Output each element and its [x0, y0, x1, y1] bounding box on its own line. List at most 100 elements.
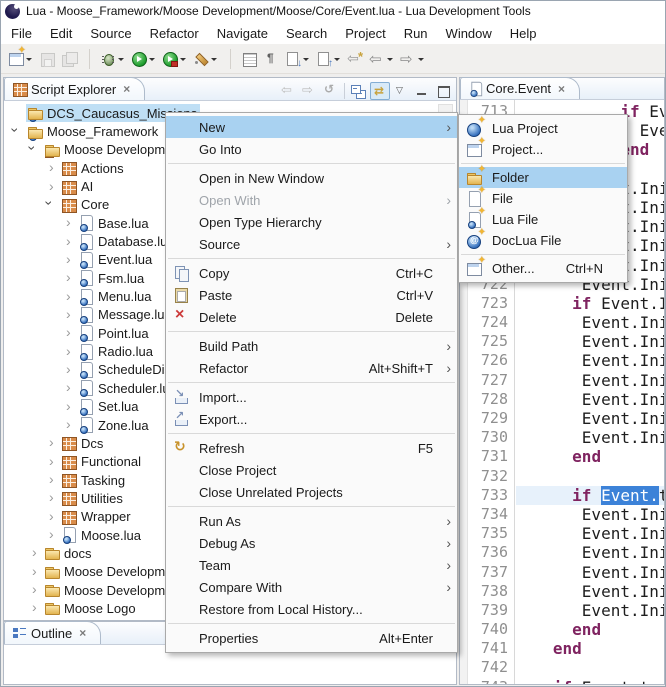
menu-item-doclua-file[interactable]: DocLua File: [459, 230, 627, 251]
chevron-right-icon[interactable]: [61, 307, 77, 323]
menu-item-paste[interactable]: PasteCtrl+V: [166, 284, 457, 306]
dropdown-arrow-icon[interactable]: [24, 51, 33, 67]
external-tools-button[interactable]: [191, 49, 220, 69]
menu-item-open-type-hierarchy[interactable]: Open Type Hierarchy: [166, 211, 457, 233]
dropdown-arrow-icon[interactable]: [147, 51, 156, 67]
chevron-down-icon[interactable]: [10, 124, 26, 140]
maximize-icon[interactable]: [433, 82, 453, 100]
menu-item-run-as[interactable]: Run As›: [166, 510, 457, 532]
code-line[interactable]: if Event.IniDCSUnit then: [516, 294, 664, 313]
chevron-right-icon[interactable]: [61, 325, 77, 341]
chevron-right-icon[interactable]: [61, 270, 77, 286]
tab-core-event[interactable]: Core.Event ×: [460, 77, 580, 99]
code-line[interactable]: Event.IniDCSUnitName = Event.IniDCSUnit:…: [516, 313, 664, 332]
menubar-item-source[interactable]: Source: [81, 24, 140, 43]
chevron-right-icon[interactable]: [44, 527, 60, 543]
code-line[interactable]: end: [516, 639, 664, 658]
open-element-button[interactable]: [239, 49, 259, 69]
run-button[interactable]: [129, 49, 158, 69]
menubar-item-file[interactable]: File: [2, 24, 41, 43]
menubar-item-edit[interactable]: Edit: [41, 24, 81, 43]
chevron-down-icon[interactable]: [27, 142, 43, 158]
menu-item-properties[interactable]: PropertiesAlt+Enter: [166, 627, 457, 649]
menu-item-delete[interactable]: DeleteDelete: [166, 306, 457, 328]
chevron-right-icon[interactable]: [61, 380, 77, 396]
menu-item-close-project[interactable]: Close Project: [166, 459, 457, 481]
code-line[interactable]: Event.IniUnit = UNIT:FindByName( Event.I…: [516, 351, 664, 370]
up-icon[interactable]: [320, 82, 340, 100]
menubar-item-project[interactable]: Project: [336, 24, 394, 43]
menu-item-source[interactable]: Source›: [166, 233, 457, 255]
code-line[interactable]: end: [516, 620, 664, 639]
menu-item-project[interactable]: Project...: [459, 139, 627, 160]
menu-item-close-unrelated-projects[interactable]: Close Unrelated Projects: [166, 481, 457, 503]
minimize-icon[interactable]: [412, 82, 432, 100]
close-icon[interactable]: ×: [558, 82, 565, 96]
menu-item-open-in-new-window[interactable]: Open in New Window: [166, 167, 457, 189]
chevron-down-icon[interactable]: [44, 197, 60, 213]
code-line[interactable]: Event.IniUnitName = Event.IniDCSUnitName: [516, 543, 664, 562]
close-icon[interactable]: ×: [79, 626, 86, 640]
profile-button[interactable]: [160, 49, 189, 69]
chevron-right-icon[interactable]: [44, 490, 60, 506]
dropdown-arrow-icon[interactable]: [385, 51, 394, 67]
back-button[interactable]: [367, 49, 396, 69]
menu-item-import[interactable]: Import...: [166, 386, 457, 408]
show-whitespace-button[interactable]: [261, 49, 281, 69]
tab-script-explorer[interactable]: Script Explorer ×: [4, 77, 145, 100]
chevron-right-icon[interactable]: [27, 582, 43, 598]
menu-item-restore-from-local-history[interactable]: Restore from Local History...: [166, 598, 457, 620]
next-annotation-button[interactable]: [283, 49, 312, 69]
code-line[interactable]: Event.IniPlayerName = Event.IniDCSUnit:g…: [516, 601, 664, 620]
view-menu-icon[interactable]: [391, 82, 411, 100]
chevron-right-icon[interactable]: [44, 160, 60, 176]
menubar-item-refactor[interactable]: Refactor: [141, 24, 208, 43]
chevron-right-icon[interactable]: [61, 344, 77, 360]
chevron-right-icon[interactable]: [44, 509, 60, 525]
chevron-right-icon[interactable]: [27, 619, 43, 620]
debug-button[interactable]: [98, 49, 127, 69]
menu-item-go-into[interactable]: Go Into: [166, 138, 457, 160]
chevron-right-icon[interactable]: [61, 234, 77, 250]
menubar-item-search[interactable]: Search: [277, 24, 336, 43]
menu-item-team[interactable]: Team›: [166, 554, 457, 576]
chevron-right-icon[interactable]: [61, 399, 77, 415]
back-icon[interactable]: [278, 82, 298, 100]
chevron-right-icon[interactable]: [61, 215, 77, 231]
code-line[interactable]: Event.IniDCSUnit = Event.target: [516, 505, 664, 524]
menu-item-compare-with[interactable]: Compare With›: [166, 576, 457, 598]
close-icon[interactable]: ×: [123, 82, 130, 96]
link-with-editor-icon[interactable]: [370, 82, 390, 100]
code-line[interactable]: end: [516, 447, 664, 466]
menu-item-other[interactable]: Other...Ctrl+N: [459, 258, 627, 279]
dropdown-arrow-icon[interactable]: [416, 51, 425, 67]
menubar-item-run[interactable]: Run: [395, 24, 437, 43]
menubar-item-window[interactable]: Window: [437, 24, 501, 43]
menubar-item-navigate[interactable]: Navigate: [208, 24, 277, 43]
previous-annotation-button[interactable]: [314, 49, 343, 69]
menu-item-export[interactable]: Export...: [166, 408, 457, 430]
dropdown-arrow-icon[interactable]: [116, 51, 125, 67]
code-line[interactable]: Event.IniDCSUnitName = Event.IniDCSUnit:…: [516, 524, 664, 543]
dropdown-arrow-icon[interactable]: [332, 51, 341, 67]
menu-item-copy[interactable]: CopyCtrl+C: [166, 262, 457, 284]
code-line[interactable]: if Event.target then: [516, 486, 664, 505]
chevron-right-icon[interactable]: [27, 564, 43, 580]
code-line[interactable]: Event.IniPlayerName = Event.IniDCSUnit:g…: [516, 428, 664, 447]
menu-item-debug-as[interactable]: Debug As›: [166, 532, 457, 554]
new-wizard-button[interactable]: [6, 49, 35, 69]
chevron-right-icon[interactable]: [61, 289, 77, 305]
menu-item-refactor[interactable]: RefactorAlt+Shift+T›: [166, 357, 457, 379]
forward-button[interactable]: [398, 49, 427, 69]
menubar-item-help[interactable]: Help: [501, 24, 546, 43]
last-edit-location-button[interactable]: [345, 49, 365, 69]
chevron-right-icon[interactable]: [61, 362, 77, 378]
forward-icon[interactable]: [299, 82, 319, 100]
code-line[interactable]: Event.IniUnit = UNIT:FindByName( Event.I…: [516, 563, 664, 582]
chevron-right-icon[interactable]: [27, 545, 43, 561]
code-line[interactable]: Event.IniUnitName = Event.IniDCSUnitName: [516, 332, 664, 351]
chevron-right-icon[interactable]: [61, 417, 77, 433]
menu-item-build-path[interactable]: Build Path›: [166, 335, 457, 357]
dropdown-arrow-icon[interactable]: [209, 51, 218, 67]
code-line[interactable]: if Event.target then: [516, 678, 664, 684]
